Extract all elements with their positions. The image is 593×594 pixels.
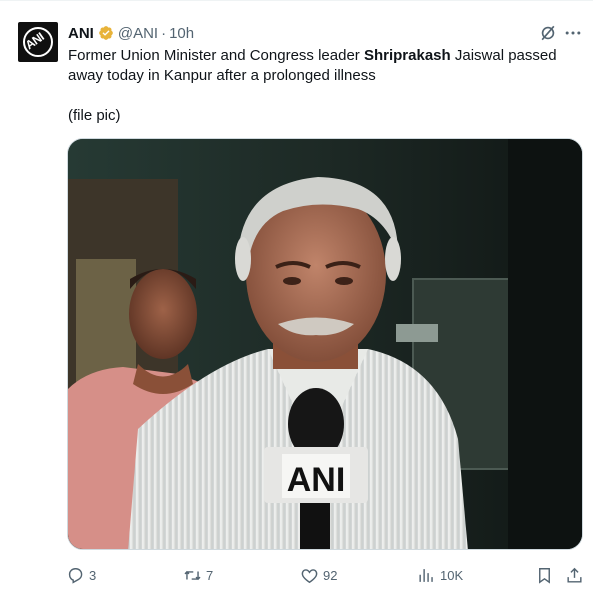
heart-icon bbox=[301, 568, 318, 583]
tweet-actions: 3 7 92 10K bbox=[0, 561, 593, 589]
tweet-text-bold: Shriprakash bbox=[363, 47, 451, 64]
tweet-card[interactable]: ANI ANI @ANI · 10h Former Union Minister… bbox=[0, 0, 593, 594]
share-icon bbox=[567, 567, 582, 583]
tweet-photo[interactable]: ANI bbox=[67, 138, 583, 550]
mic-flag-label: ANI bbox=[287, 461, 346, 499]
tweet-header: ANI @ANI · 10h bbox=[68, 23, 194, 43]
bookmark-action[interactable] bbox=[535, 561, 554, 589]
tweet-text-part: Former Union Minister and Congress leade… bbox=[68, 47, 364, 64]
verified-badge-icon bbox=[99, 26, 113, 40]
reply-count: 3 bbox=[89, 567, 97, 583]
tweet-text: Former Union Minister and Congress leade… bbox=[68, 46, 578, 126]
repost-action[interactable]: 7 bbox=[183, 561, 213, 589]
views-count: 10K bbox=[440, 567, 464, 583]
grok-icon[interactable] bbox=[538, 23, 558, 43]
reply-action[interactable]: 3 bbox=[66, 561, 96, 589]
like-count: 92 bbox=[323, 567, 338, 583]
header-separator: · bbox=[161, 24, 167, 42]
share-action[interactable] bbox=[565, 561, 584, 589]
author-name[interactable]: ANI bbox=[68, 25, 94, 42]
views-action[interactable]: 10K bbox=[417, 561, 463, 589]
more-options-icon[interactable] bbox=[563, 23, 583, 43]
reply-icon bbox=[68, 567, 83, 584]
photo-illustration: ANI bbox=[68, 139, 582, 549]
tweet-file-pic-note: (file pic) bbox=[68, 107, 121, 124]
bookmark-icon bbox=[539, 567, 550, 584]
tweet-timestamp[interactable]: 10h bbox=[169, 25, 194, 42]
author-handle[interactable]: @ANI bbox=[118, 25, 158, 42]
author-avatar[interactable]: ANI bbox=[18, 22, 58, 62]
like-action[interactable]: 92 bbox=[300, 561, 337, 589]
tweet-body: Former Union Minister and Congress leade… bbox=[68, 46, 578, 86]
repost-icon bbox=[184, 570, 201, 580]
repost-count: 7 bbox=[206, 567, 214, 583]
views-chart-icon bbox=[419, 568, 433, 582]
